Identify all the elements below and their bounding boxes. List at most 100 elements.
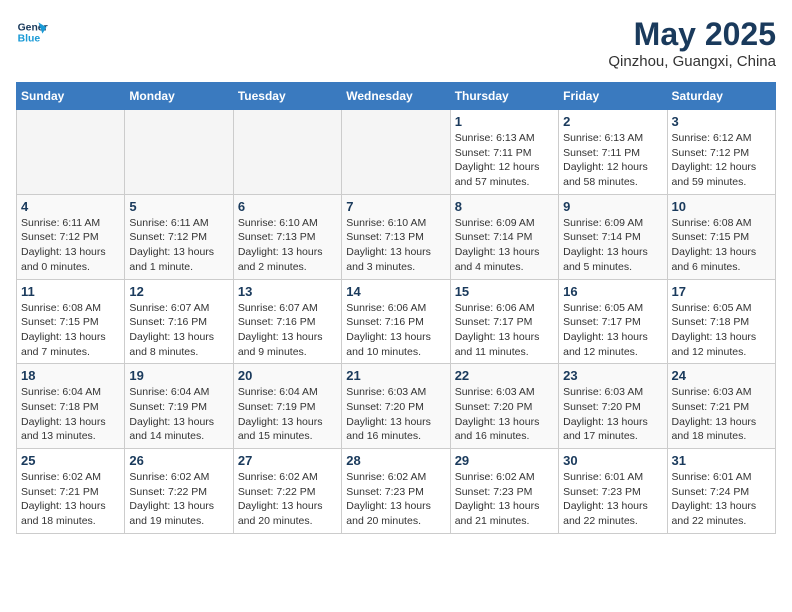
day-number: 18	[21, 368, 120, 383]
day-info: Sunrise: 6:03 AMSunset: 7:21 PMDaylight:…	[672, 385, 771, 444]
calendar-day-cell: 14 Sunrise: 6:06 AMSunset: 7:16 PMDayligh…	[342, 279, 450, 364]
calendar-day-cell: 20 Sunrise: 6:04 AMSunset: 7:19 PMDayligh…	[233, 364, 341, 449]
day-number: 21	[346, 368, 445, 383]
day-info: Sunrise: 6:09 AMSunset: 7:14 PMDaylight:…	[455, 216, 554, 275]
day-number: 27	[238, 453, 337, 468]
calendar-day-cell: 26 Sunrise: 6:02 AMSunset: 7:22 PMDayligh…	[125, 449, 233, 534]
day-number: 9	[563, 199, 662, 214]
day-number: 28	[346, 453, 445, 468]
calendar-day-cell: 22 Sunrise: 6:03 AMSunset: 7:20 PMDayligh…	[450, 364, 558, 449]
day-number: 17	[672, 284, 771, 299]
day-info: Sunrise: 6:11 AMSunset: 7:12 PMDaylight:…	[129, 216, 228, 275]
day-number: 15	[455, 284, 554, 299]
day-info: Sunrise: 6:13 AMSunset: 7:11 PMDaylight:…	[563, 131, 662, 190]
day-of-week-header: Wednesday	[342, 83, 450, 110]
day-number: 12	[129, 284, 228, 299]
day-number: 2	[563, 114, 662, 129]
calendar-week-row: 18 Sunrise: 6:04 AMSunset: 7:18 PMDayligh…	[17, 364, 776, 449]
day-info: Sunrise: 6:06 AMSunset: 7:17 PMDaylight:…	[455, 301, 554, 360]
day-number: 10	[672, 199, 771, 214]
calendar-day-cell: 18 Sunrise: 6:04 AMSunset: 7:18 PMDayligh…	[17, 364, 125, 449]
calendar-week-row: 11Sunrise: 6:08 AMSunset: 7:15 PMDayligh…	[17, 279, 776, 364]
day-info: Sunrise: 6:01 AMSunset: 7:24 PMDaylight:…	[672, 470, 771, 529]
calendar-day-cell: 6Sunrise: 6:10 AMSunset: 7:13 PMDaylight…	[233, 194, 341, 279]
day-info: Sunrise: 6:05 AMSunset: 7:18 PMDaylight:…	[672, 301, 771, 360]
day-number: 23	[563, 368, 662, 383]
calendar-day-cell: 16 Sunrise: 6:05 AMSunset: 7:17 PMDayligh…	[559, 279, 667, 364]
day-number: 3	[672, 114, 771, 129]
day-info: Sunrise: 6:03 AMSunset: 7:20 PMDaylight:…	[455, 385, 554, 444]
calendar-day-cell: 8 Sunrise: 6:09 AMSunset: 7:14 PMDaylight…	[450, 194, 558, 279]
calendar-day-cell: 9 Sunrise: 6:09 AMSunset: 7:14 PMDaylight…	[559, 194, 667, 279]
month-year: May 2025	[608, 16, 776, 53]
calendar-day-cell: 10Sunrise: 6:08 AMSunset: 7:15 PMDayligh…	[667, 194, 775, 279]
day-number: 30	[563, 453, 662, 468]
calendar-week-row: 1Sunrise: 6:13 AMSunset: 7:11 PMDaylight…	[17, 110, 776, 195]
calendar-day-cell: 7Sunrise: 6:10 AMSunset: 7:13 PMDaylight…	[342, 194, 450, 279]
calendar-day-cell	[17, 110, 125, 195]
day-info: Sunrise: 6:02 AMSunset: 7:23 PMDaylight:…	[455, 470, 554, 529]
day-number: 25	[21, 453, 120, 468]
day-info: Sunrise: 6:07 AMSunset: 7:16 PMDaylight:…	[238, 301, 337, 360]
calendar-day-cell: 17 Sunrise: 6:05 AMSunset: 7:18 PMDayligh…	[667, 279, 775, 364]
day-info: Sunrise: 6:04 AMSunset: 7:19 PMDaylight:…	[238, 385, 337, 444]
calendar-day-cell: 13Sunrise: 6:07 AMSunset: 7:16 PMDayligh…	[233, 279, 341, 364]
calendar-day-cell: 21 Sunrise: 6:03 AMSunset: 7:20 PMDayligh…	[342, 364, 450, 449]
day-number: 14	[346, 284, 445, 299]
day-of-week-header: Saturday	[667, 83, 775, 110]
calendar-day-cell: 31 Sunrise: 6:01 AMSunset: 7:24 PMDayligh…	[667, 449, 775, 534]
day-info: Sunrise: 6:03 AMSunset: 7:20 PMDaylight:…	[346, 385, 445, 444]
calendar-day-cell: 28 Sunrise: 6:02 AMSunset: 7:23 PMDayligh…	[342, 449, 450, 534]
day-of-week-header: Sunday	[17, 83, 125, 110]
title-block: May 2025 Qinzhou, Guangxi, China	[608, 16, 776, 70]
calendar-day-cell	[125, 110, 233, 195]
day-number: 5	[129, 199, 228, 214]
calendar-day-cell: 12Sunrise: 6:07 AMSunset: 7:16 PMDayligh…	[125, 279, 233, 364]
day-number: 31	[672, 453, 771, 468]
calendar-day-cell: 5 Sunrise: 6:11 AMSunset: 7:12 PMDaylight…	[125, 194, 233, 279]
day-info: Sunrise: 6:05 AMSunset: 7:17 PMDaylight:…	[563, 301, 662, 360]
calendar-day-cell: 4 Sunrise: 6:11 AMSunset: 7:12 PMDaylight…	[17, 194, 125, 279]
day-of-week-header: Friday	[559, 83, 667, 110]
calendar-day-cell: 2 Sunrise: 6:13 AMSunset: 7:11 PMDaylight…	[559, 110, 667, 195]
calendar-day-cell: 19 Sunrise: 6:04 AMSunset: 7:19 PMDayligh…	[125, 364, 233, 449]
calendar-day-cell: 15 Sunrise: 6:06 AMSunset: 7:17 PMDayligh…	[450, 279, 558, 364]
day-number: 16	[563, 284, 662, 299]
day-info: Sunrise: 6:11 AMSunset: 7:12 PMDaylight:…	[21, 216, 120, 275]
location: Qinzhou, Guangxi, China	[608, 53, 776, 70]
day-info: Sunrise: 6:02 AMSunset: 7:22 PMDaylight:…	[129, 470, 228, 529]
day-number: 22	[455, 368, 554, 383]
calendar-week-row: 4 Sunrise: 6:11 AMSunset: 7:12 PMDaylight…	[17, 194, 776, 279]
day-number: 8	[455, 199, 554, 214]
day-info: Sunrise: 6:02 AMSunset: 7:21 PMDaylight:…	[21, 470, 120, 529]
day-number: 6	[238, 199, 337, 214]
calendar-day-cell: 23 Sunrise: 6:03 AMSunset: 7:20 PMDayligh…	[559, 364, 667, 449]
calendar-day-cell: 27 Sunrise: 6:02 AMSunset: 7:22 PMDayligh…	[233, 449, 341, 534]
day-info: Sunrise: 6:04 AMSunset: 7:18 PMDaylight:…	[21, 385, 120, 444]
calendar-week-row: 25 Sunrise: 6:02 AMSunset: 7:21 PMDayligh…	[17, 449, 776, 534]
calendar-day-cell: 11Sunrise: 6:08 AMSunset: 7:15 PMDayligh…	[17, 279, 125, 364]
day-info: Sunrise: 6:03 AMSunset: 7:20 PMDaylight:…	[563, 385, 662, 444]
day-number: 29	[455, 453, 554, 468]
svg-text:Blue: Blue	[18, 34, 41, 45]
logo: General Blue	[16, 16, 48, 48]
calendar-day-cell	[342, 110, 450, 195]
day-info: Sunrise: 6:02 AMSunset: 7:23 PMDaylight:…	[346, 470, 445, 529]
day-info: Sunrise: 6:10 AMSunset: 7:13 PMDaylight:…	[346, 216, 445, 275]
day-info: Sunrise: 6:02 AMSunset: 7:22 PMDaylight:…	[238, 470, 337, 529]
day-info: Sunrise: 6:08 AMSunset: 7:15 PMDaylight:…	[21, 301, 120, 360]
calendar: SundayMondayTuesdayWednesdayThursdayFrid…	[16, 82, 776, 534]
calendar-day-cell: 30Sunrise: 6:01 AMSunset: 7:23 PMDayligh…	[559, 449, 667, 534]
day-number: 4	[21, 199, 120, 214]
day-of-week-header: Thursday	[450, 83, 558, 110]
day-info: Sunrise: 6:13 AMSunset: 7:11 PMDaylight:…	[455, 131, 554, 190]
day-number: 20	[238, 368, 337, 383]
calendar-day-cell: 24Sunrise: 6:03 AMSunset: 7:21 PMDayligh…	[667, 364, 775, 449]
calendar-day-cell: 29 Sunrise: 6:02 AMSunset: 7:23 PMDayligh…	[450, 449, 558, 534]
day-number: 19	[129, 368, 228, 383]
day-info: Sunrise: 6:09 AMSunset: 7:14 PMDaylight:…	[563, 216, 662, 275]
day-info: Sunrise: 6:04 AMSunset: 7:19 PMDaylight:…	[129, 385, 228, 444]
day-info: Sunrise: 6:06 AMSunset: 7:16 PMDaylight:…	[346, 301, 445, 360]
day-info: Sunrise: 6:12 AMSunset: 7:12 PMDaylight:…	[672, 131, 771, 190]
day-number: 26	[129, 453, 228, 468]
